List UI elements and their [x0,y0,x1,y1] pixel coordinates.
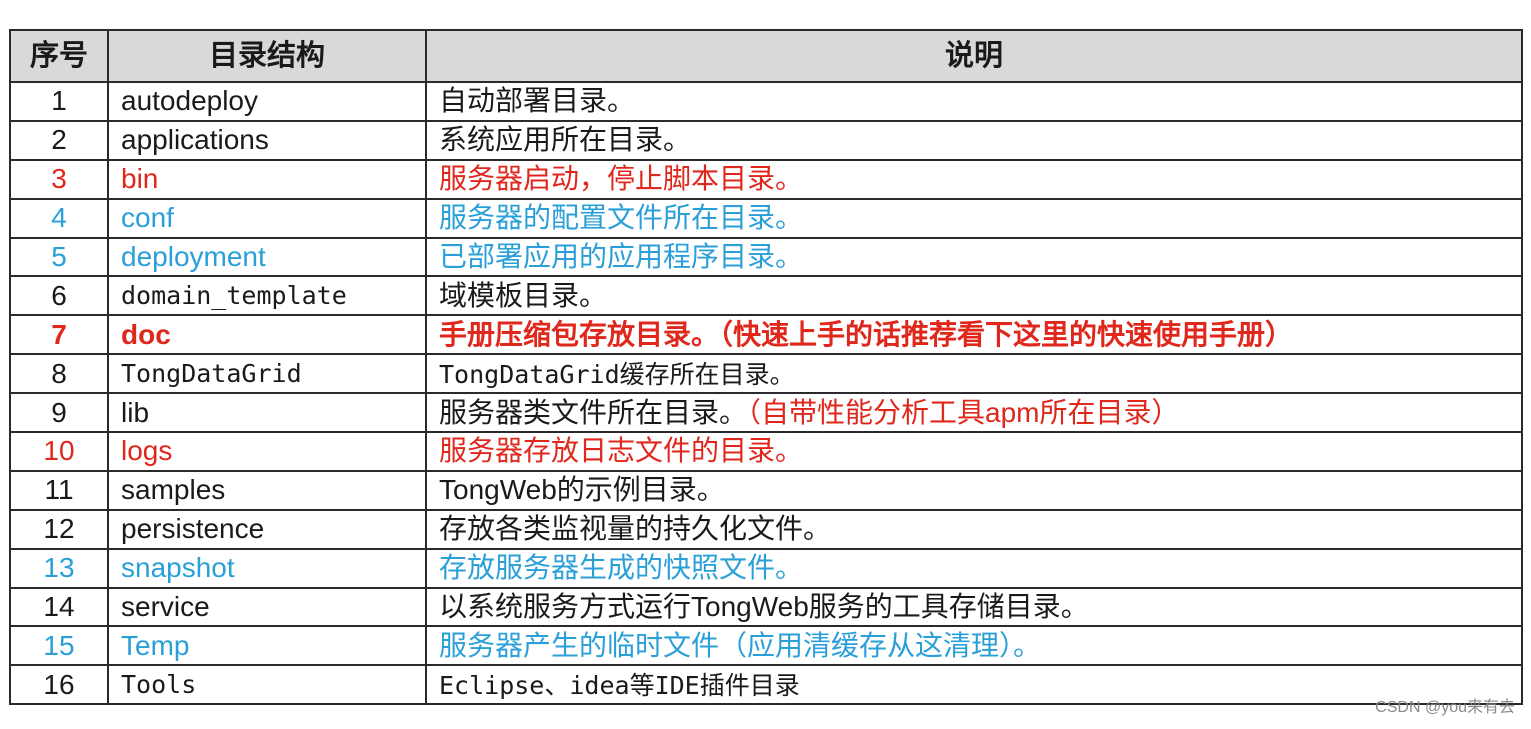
row-number: 4 [9,197,109,239]
row-number: 15 [9,625,109,667]
table-row: 15 Temp 服务器产生的临时文件（应用清缓存从这清理）。 [9,625,1523,667]
directory-name: autodeploy [107,81,427,122]
directory-description: 存放各类监视量的持久化文件。 [425,508,1523,550]
row-number: 1 [9,81,109,122]
directory-name: Temp [107,625,427,667]
table-row: 9 lib 服务器类文件所在目录。（自带性能分析工具apm所在目录） [9,392,1523,434]
row-number: 11 [9,469,109,511]
directory-name: TongDataGrid [107,353,427,395]
directory-description: TongWeb的示例目录。 [425,469,1523,511]
description-text: Eclipse、idea等IDE插件目录 [439,670,800,700]
table-row: 8 TongDataGrid TongDataGrid缓存所在目录。 [9,353,1523,395]
directory-description: 域模板目录。 [425,275,1523,317]
description-text: 系统应用所在目录。 [439,124,692,156]
table-row: 4 conf 服务器的配置文件所在目录。 [9,197,1523,239]
watermark: CSDN @you来有去 [1375,699,1515,716]
directory-description: 服务器启动，停止脚本目录。 [425,158,1523,200]
description-text: 服务器类文件所在目录。 [439,396,748,428]
directory-structure-table: 序号 目录结构 说明 1 autodeploy 自动部署目录。 2 applicatio… [9,29,1523,706]
header-description: 说明 [425,29,1523,83]
row-number: 6 [9,275,109,317]
directory-name: logs [107,431,427,472]
directory-name: doc [107,314,427,356]
header-no: 序号 [9,29,109,83]
directory-description: Eclipse、idea等IDE插件目录 [425,664,1523,706]
description-text: 以系统服务方式运行TongWeb服务的工具存储目录。 [439,591,1089,623]
row-number: 3 [9,158,109,200]
table-row: 6 domain_template 域模板目录。 [9,275,1523,317]
table-row: 2 applications 系统应用所在目录。 [9,119,1523,161]
table-row: 12 persistence 存放各类监视量的持久化文件。 [9,508,1523,550]
directory-name: conf [107,197,427,239]
description-text: TongWeb的示例目录。 [439,474,725,506]
description-text: 自动部署目录。 [439,85,636,117]
row-number: 12 [9,508,109,550]
directory-name: applications [107,119,427,161]
directory-description: 手册压缩包存放目录。（快速上手的话推荐看下这里的快速使用手册） [425,314,1523,356]
row-number: 2 [9,119,109,161]
row-number: 7 [9,314,109,356]
directory-description: 系统应用所在目录。 [425,119,1523,161]
table-header-row: 序号 目录结构 说明 [9,29,1523,83]
directory-description: 以系统服务方式运行TongWeb服务的工具存储目录。 [425,586,1523,628]
description-text: TongDataGrid缓存所在目录。 [439,359,795,389]
row-number: 14 [9,586,109,628]
description-text: 服务器产生的临时文件（应用清缓存从这清理）。 [439,629,1042,661]
description-text: 域模板目录。 [439,279,608,311]
directory-name: persistence [107,508,427,550]
page: 序号 目录结构 说明 1 autodeploy 自动部署目录。 2 applicatio… [0,0,1531,729]
table-row: 3 bin 服务器启动，停止脚本目录。 [9,158,1523,200]
description-text: 服务器的配置文件所在目录。 [439,202,804,234]
table-row: 1 autodeploy 自动部署目录。 [9,81,1523,122]
directory-name: snapshot [107,547,427,589]
directory-description: TongDataGrid缓存所在目录。 [425,353,1523,395]
directory-description: 服务器类文件所在目录。（自带性能分析工具apm所在目录） [425,392,1523,434]
directory-description: 存放服务器生成的快照文件。 [425,547,1523,589]
directory-name: domain_template [107,275,427,317]
row-number: 9 [9,392,109,434]
row-number: 10 [9,431,109,472]
table-row: 10 logs 服务器存放日志文件的目录。 [9,431,1523,472]
row-number: 13 [9,547,109,589]
directory-description: 服务器的配置文件所在目录。 [425,197,1523,239]
directory-description: 服务器产生的临时文件（应用清缓存从这清理）。 [425,625,1523,667]
directory-name: service [107,586,427,628]
description-text: 手册压缩包存放目录。（快速上手的话推荐看下这里的快速使用手册） [439,318,1294,350]
row-number: 5 [9,236,109,278]
table-row: 13 snapshot 存放服务器生成的快照文件。 [9,547,1523,589]
row-number: 16 [9,664,109,706]
table-row: 16 Tools Eclipse、idea等IDE插件目录 [9,664,1523,706]
row-number: 8 [9,353,109,395]
header-directory: 目录结构 [107,29,427,83]
description-note: （自带性能分析工具apm所在目录） [747,396,1180,428]
description-text: 服务器启动，停止脚本目录。 [439,163,804,195]
description-text: 存放服务器生成的快照文件。 [439,552,804,584]
table-row: 14 service 以系统服务方式运行TongWeb服务的工具存储目录。 [9,586,1523,628]
table-row: 5 deployment 已部署应用的应用程序目录。 [9,236,1523,278]
directory-description: 自动部署目录。 [425,81,1523,122]
directory-name: bin [107,158,427,200]
table-row: 11 samples TongWeb的示例目录。 [9,469,1523,511]
directory-name: lib [107,392,427,434]
directory-name: samples [107,469,427,511]
table-body: 1 autodeploy 自动部署目录。 2 applications 系统应用所在目录。… [9,81,1523,706]
table-row: 7 doc 手册压缩包存放目录。（快速上手的话推荐看下这里的快速使用手册） [9,314,1523,356]
directory-name: Tools [107,664,427,706]
directory-description: 服务器存放日志文件的目录。 [425,431,1523,472]
description-text: 已部署应用的应用程序目录。 [439,241,804,272]
description-text: 存放各类监视量的持久化文件。 [439,513,832,545]
directory-description: 已部署应用的应用程序目录。 [425,236,1523,278]
directory-name: deployment [107,236,427,278]
description-text: 服务器存放日志文件的目录。 [439,435,804,467]
